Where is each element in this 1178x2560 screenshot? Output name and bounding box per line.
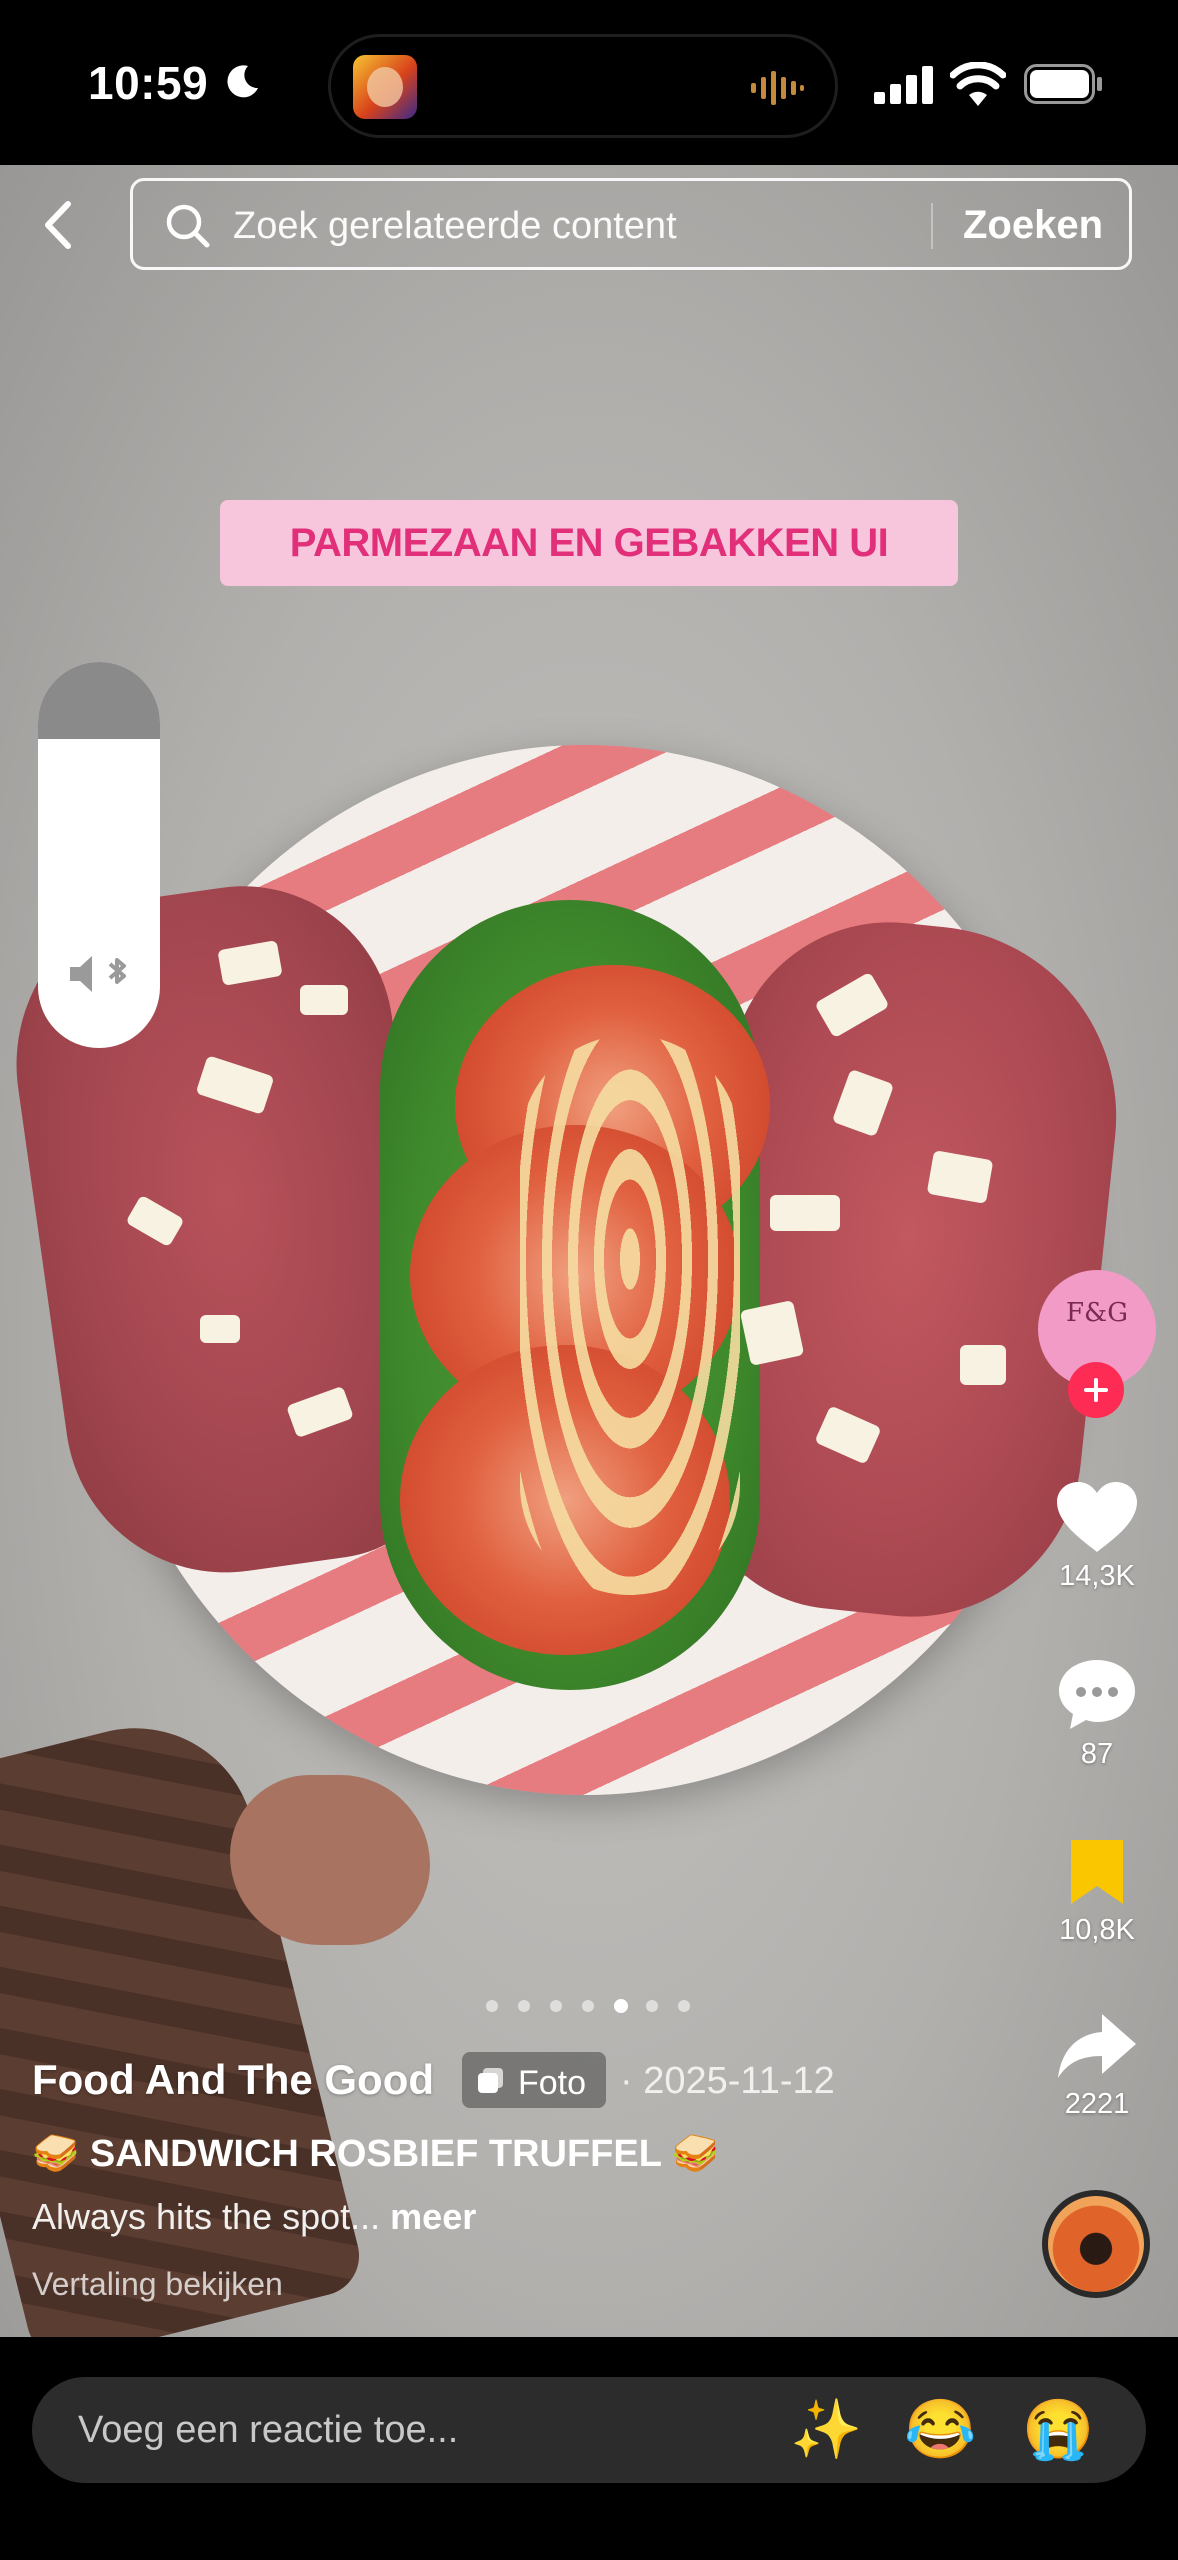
carousel-dot-active [614, 1999, 628, 2013]
bookmark-icon [1071, 1840, 1123, 1904]
fried-onions [520, 1035, 740, 1595]
search-button[interactable]: Zoeken [963, 203, 1103, 248]
like-button[interactable]: 14,3K [1040, 1480, 1154, 1593]
laughing-emoji-button[interactable]: 😂 [904, 2397, 976, 2463]
search-icon [166, 204, 210, 248]
post-date: · 2025-11-12 [620, 2060, 835, 2102]
search-divider [931, 203, 933, 249]
carousel-dot [678, 2000, 690, 2012]
post-type-badge: Foto [462, 2052, 606, 2108]
back-arrow-icon[interactable] [30, 192, 86, 258]
speaker-bluetooth-icon [70, 956, 126, 992]
post-description[interactable]: Always hits the spot... meer [32, 2196, 476, 2238]
post-description-text: Always hits the spot... [32, 2196, 381, 2237]
photo-text-overlay: PARMEZAAN EN GEBAKKEN UI [220, 500, 958, 586]
crying-emoji-button[interactable]: 😭 [1022, 2397, 1094, 2463]
parmesan-shaving [770, 1195, 840, 1231]
battery-icon [1024, 64, 1102, 104]
carousel-dot [550, 2000, 562, 2012]
comment-button[interactable]: 87 [1040, 1656, 1154, 1771]
author-name[interactable]: Food And The Good [32, 2056, 434, 2104]
parmesan-shaving [739, 1299, 805, 1367]
sparkles-emoji-button[interactable]: ✨ [790, 2397, 862, 2463]
carousel-indicator [486, 1998, 692, 2014]
save-button[interactable]: 10,8K [1040, 1836, 1154, 1947]
share-count: 2221 [1064, 2088, 1130, 2120]
volume-slider-track-empty [38, 662, 160, 739]
music-disc[interactable] [1042, 2190, 1150, 2298]
heart-icon [1057, 1482, 1137, 1552]
comment-input[interactable]: Voeg een reactie toe... ✨ 😂 😭 [32, 2377, 1146, 2483]
comment-placeholder: Voeg een reactie toe... [78, 2409, 459, 2451]
now-playing-thumbnail [353, 55, 417, 119]
post-title: 🥪 SANDWICH ROSBIEF TRUFFEL 🥪 [32, 2133, 720, 2175]
hand [230, 1775, 430, 1945]
share-arrow-icon [1058, 2014, 1136, 2078]
cellular-signal-icon [874, 66, 933, 104]
carousel-dot [646, 2000, 658, 2012]
comment-count: 87 [1080, 1738, 1114, 1770]
follow-button[interactable] [1068, 1362, 1124, 1418]
carousel-dot [518, 2000, 530, 2012]
carousel-dot [582, 2000, 594, 2012]
comment-bubble-icon [1059, 1660, 1135, 1729]
search-input[interactable]: Zoek gerelateerde content [233, 205, 677, 248]
dynamic-island[interactable] [328, 34, 838, 138]
like-count: 14,3K [1059, 1560, 1135, 1592]
search-bar[interactable]: Zoek gerelateerde content Zoeken [130, 178, 1132, 270]
volume-slider[interactable] [38, 662, 160, 1048]
post-type-label: Foto [518, 2064, 587, 2102]
save-count: 10,8K [1059, 1914, 1135, 1946]
wifi-icon [950, 62, 1006, 106]
translate-link[interactable]: Vertaling bekijken [32, 2266, 283, 2303]
parmesan-shaving [300, 985, 348, 1015]
more-link[interactable]: meer [390, 2196, 476, 2237]
parmesan-shaving [200, 1315, 240, 1343]
audio-wave-icon [751, 71, 804, 105]
moon-icon [227, 65, 258, 98]
status-time: 10:59 [88, 57, 209, 109]
status-bar: 10:59 [0, 0, 1178, 165]
carousel-dot [486, 2000, 498, 2012]
avatar-logo-mark: F&G [1066, 1298, 1128, 1328]
parmesan-shaving [960, 1345, 1006, 1385]
photo-stack-icon [478, 2068, 503, 2093]
share-button[interactable]: 2221 [1040, 2010, 1154, 2121]
